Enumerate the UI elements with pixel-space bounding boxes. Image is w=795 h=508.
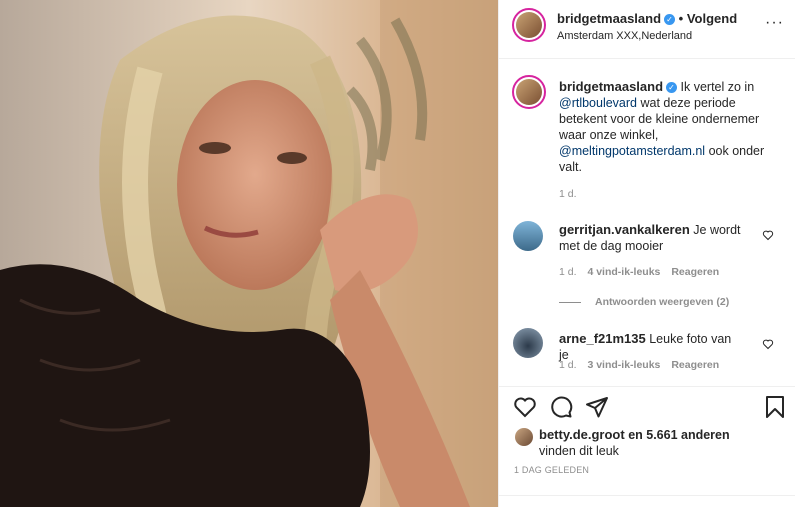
caption-avatar[interactable] (512, 75, 546, 109)
comment-meta: 1 d. 4 vind-ik-leuks Reageren (559, 266, 719, 278)
commenter-avatar[interactable] (513, 328, 543, 358)
caption-time[interactable]: 1 d. (559, 188, 577, 200)
likes-summary: betty.de.groot en 5.661 anderen vinden d… (539, 427, 730, 459)
comment-heart-icon[interactable] (762, 229, 774, 241)
post-location[interactable]: Amsterdam XXX,Nederland (557, 30, 692, 42)
more-options-icon[interactable]: ··· (765, 14, 784, 32)
reply-button[interactable]: Reageren (671, 359, 719, 371)
mention-link[interactable]: @rtlboulevard (559, 96, 637, 110)
following-button[interactable]: • Volgend (679, 11, 737, 26)
liker-avatar[interactable] (515, 428, 533, 446)
post-details-panel: bridgetmaasland ✓ • Volgend Amsterdam XXX… (498, 0, 795, 507)
add-comment-divider (499, 495, 795, 496)
reply-button[interactable]: Reageren (671, 266, 719, 278)
comments-list: bridgetmaasland ✓ Ik vertel zo in @rtlbou… (499, 59, 795, 385)
mention-link[interactable]: @meltingpotamsterdam.nl (559, 144, 705, 158)
likes-count-button[interactable]: en 5.661 anderen (628, 428, 729, 442)
commenter-avatar[interactable] (513, 221, 543, 251)
instagram-post-modal: bridgetmaasland ✓ • Volgend Amsterdam XXX… (0, 0, 795, 507)
comment-time[interactable]: 1 d. (559, 266, 577, 278)
header-title-row: bridgetmaasland ✓ • Volgend (557, 11, 737, 26)
share-icon[interactable] (585, 395, 609, 419)
verified-badge-icon: ✓ (664, 14, 676, 25)
caption-text: bridgetmaasland ✓ Ik vertel zo in @rtlbou… (559, 79, 774, 175)
verified-badge-icon: ✓ (666, 82, 678, 93)
bookmark-icon[interactable] (764, 395, 786, 419)
comment-meta: 1 d. 3 vind-ik-leuks Reageren (559, 359, 719, 371)
caption-username[interactable]: bridgetmaasland (559, 79, 663, 94)
caption-body-1: Ik vertel zo in (680, 80, 755, 94)
post-photo[interactable] (0, 0, 498, 507)
author-username[interactable]: bridgetmaasland (557, 11, 661, 26)
comment-icon[interactable] (549, 395, 573, 419)
author-avatar[interactable] (512, 8, 546, 42)
heart-icon[interactable] (513, 395, 537, 419)
portrait-image (0, 0, 498, 507)
comment-likes[interactable]: 4 vind-ik-leuks (587, 266, 660, 278)
post-actions: betty.de.groot en 5.661 anderen vinden d… (499, 386, 795, 508)
liker-username[interactable]: betty.de.groot (539, 427, 625, 442)
post-header: bridgetmaasland ✓ • Volgend Amsterdam XXX… (499, 0, 795, 59)
replies-divider (559, 302, 581, 303)
commenter-username[interactable]: arne_f21m135 (559, 331, 646, 346)
comment-heart-icon[interactable] (762, 338, 774, 350)
commenter-username[interactable]: gerritjan.vankalkeren (559, 222, 690, 237)
comment-time[interactable]: 1 d. (559, 359, 577, 371)
post-date[interactable]: 1 DAG GELEDEN (514, 465, 589, 475)
comment-text: gerritjan.vankalkeren Je wordt met de da… (559, 222, 744, 254)
likes-suffix: vinden dit leuk (539, 444, 619, 458)
comment-likes[interactable]: 3 vind-ik-leuks (587, 359, 660, 371)
view-replies-button[interactable]: Antwoorden weergeven (2) (595, 296, 729, 308)
